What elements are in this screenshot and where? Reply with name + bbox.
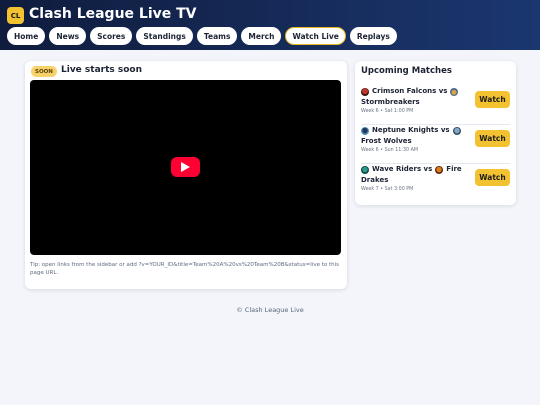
upcoming-matches-card: Upcoming Matches Crimson Falcons vs Stor… xyxy=(355,61,516,205)
site-logo[interactable]: CL xyxy=(7,7,24,24)
status-badge: SOON xyxy=(31,66,57,77)
nav-standings[interactable]: Standings xyxy=(136,27,193,45)
video-player[interactable] xyxy=(30,80,341,255)
frost-wolves-icon xyxy=(452,126,461,135)
match-time: Week 6 • Sun 11:30 AM xyxy=(361,148,419,153)
match-item: Wave Riders vs Fire Drakes Week 7 • Sat … xyxy=(361,162,510,198)
watch-button[interactable]: Watch xyxy=(475,169,510,186)
nav-teams[interactable]: Teams xyxy=(196,27,238,45)
stormbreakers-icon xyxy=(450,87,459,96)
watch-button[interactable]: Watch xyxy=(475,130,510,147)
match-teams-end: Fire xyxy=(446,165,462,173)
nav-home[interactable]: Home xyxy=(7,27,46,45)
play-button[interactable] xyxy=(171,157,200,177)
site-header: CL Clash League Live TV Home News Scores… xyxy=(0,0,540,50)
match-teams-line2: Stormbreakers xyxy=(361,98,420,106)
match-teams: Crimson Falcons vs xyxy=(372,87,448,95)
nav-scores[interactable]: Scores xyxy=(90,27,133,45)
match-teams: Neptune Knights vs xyxy=(372,126,450,134)
neptune-knights-icon xyxy=(361,126,369,135)
play-icon xyxy=(181,162,190,172)
wave-riders-icon xyxy=(361,165,369,174)
match-teams: Wave Riders vs xyxy=(372,165,433,173)
match-item: Neptune Knights vs Frost Wolves Week 6 •… xyxy=(361,123,510,159)
match-item: Crimson Falcons vs Stormbreakers Week 6 … xyxy=(361,84,510,120)
match-teams-line2: Drakes xyxy=(361,176,389,184)
site-title[interactable]: Clash League Live TV xyxy=(29,6,197,22)
stream-tip: Tip: open links from the sidebar or add … xyxy=(30,262,340,276)
stream-title: Live starts soon xyxy=(61,65,143,75)
match-teams-line2: Frost Wolves xyxy=(361,137,412,145)
nav-replays[interactable]: Replays xyxy=(349,27,397,45)
nav-watch-live[interactable]: Watch Live xyxy=(285,27,346,45)
live-stream-card: SOON Live starts soon Tip: open links fr… xyxy=(25,61,347,289)
crimson-falcons-icon xyxy=(361,87,369,96)
watch-button[interactable]: Watch xyxy=(475,91,510,108)
match-time: Week 7 • Sat 3:00 PM xyxy=(361,187,414,192)
upcoming-title: Upcoming Matches xyxy=(361,66,452,76)
fire-drakes-icon xyxy=(435,165,444,174)
nav-news[interactable]: News xyxy=(49,27,87,45)
nav-merch[interactable]: Merch xyxy=(241,27,282,45)
main-nav: Home News Scores Standings Teams Merch W… xyxy=(7,27,397,45)
match-time: Week 6 • Sat 1:00 PM xyxy=(361,109,414,114)
footer-copyright: © Clash League Live xyxy=(236,306,304,314)
